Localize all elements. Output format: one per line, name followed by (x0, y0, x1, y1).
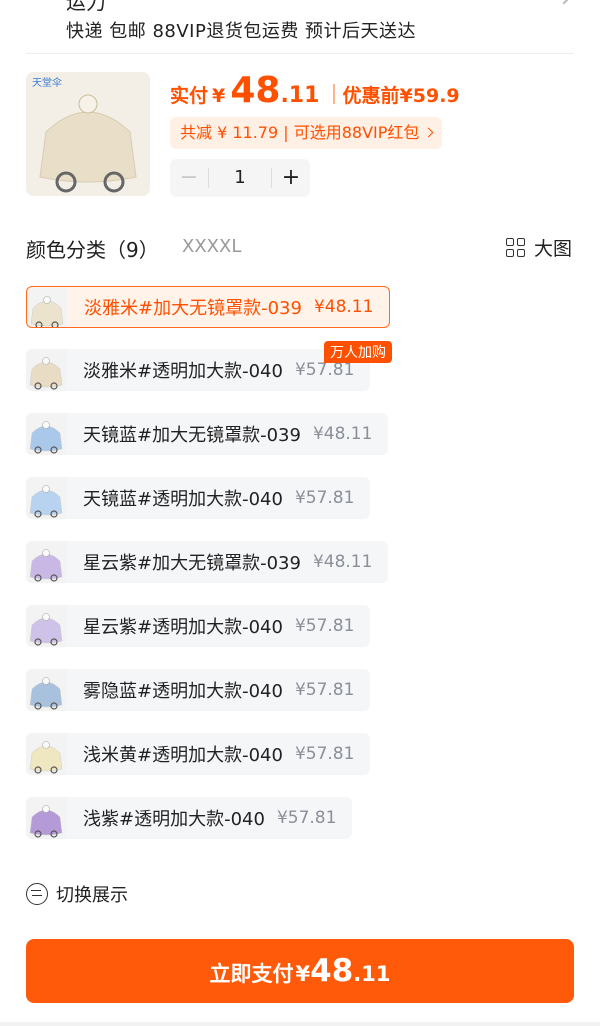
bottom-divider (0, 1022, 600, 1026)
variant-price: ¥48.11 (313, 297, 374, 317)
variant-name: 淡雅米#透明加大款-040 (83, 361, 283, 382)
variant-thumbnail (26, 413, 66, 455)
variant-thumbnail (26, 349, 66, 391)
pay-label: 实付 (170, 85, 209, 107)
product-image[interactable]: 天堂伞 (26, 72, 150, 196)
quantity-stepper: − 1 + (170, 159, 310, 197)
toggle-display-button[interactable]: 切换展示 (26, 881, 128, 907)
pay-currency: ¥ (295, 962, 311, 986)
variant-option[interactable]: 天镜蓝#透明加大款-040 ¥57.81 (26, 477, 371, 519)
variant-option[interactable]: 淡雅米#透明加大款-040 ¥57.81 (26, 349, 371, 391)
variant-option[interactable]: 浅米黄#透明加大款-040 ¥57.81 (26, 733, 371, 775)
variant-option-selected[interactable]: 淡雅米#加大无镜罩款-039 ¥48.11 (26, 286, 391, 328)
grid-icon (505, 238, 525, 257)
variant-thumbnail (26, 669, 66, 711)
variant-price: ¥57.81 (294, 360, 355, 380)
discount-pill[interactable]: 共减 ¥ 11.79 | 可选用88VIP红包 (170, 117, 443, 149)
variant-name: 淡雅米#加大无镜罩款-039 (84, 298, 302, 319)
variant-thumbnail (26, 797, 66, 839)
logistics-label: 运力 (66, 0, 106, 14)
pay-price-integer: 48 (310, 953, 354, 989)
toggle-label: 切换展示 (56, 885, 128, 906)
section-title: 颜色分类（9） (26, 238, 159, 262)
price-summary: 实付 ¥ 48.11 优惠前¥59.9 (170, 70, 460, 111)
variant-name: 浅紫#透明加大款-040 (83, 809, 265, 830)
price-decimal: .11 (280, 83, 320, 108)
variant-name: 天镜蓝#加大无镜罩款-039 (83, 425, 301, 446)
variant-name: 星云紫#透明加大款-040 (83, 617, 283, 638)
hot-badge: 万人加购 (324, 341, 392, 363)
separator (332, 84, 335, 104)
discount-text: 共减 ¥ 11.79 | 可选用88VIP红包 (180, 123, 420, 142)
big-view-button[interactable]: 大图 (505, 234, 572, 261)
variant-thumbnail (27, 287, 67, 327)
big-view-label: 大图 (533, 238, 572, 260)
variant-name: 天镜蓝#透明加大款-040 (83, 489, 283, 510)
brand-text: 天堂伞 (32, 76, 62, 89)
variant-price: ¥57.81 (294, 488, 355, 508)
variant-price: ¥48.11 (312, 424, 373, 444)
variant-price: ¥57.81 (294, 616, 355, 636)
variant-option[interactable]: 雾隐蓝#透明加大款-040 ¥57.81 (26, 669, 371, 711)
chevron-right-icon (423, 127, 434, 138)
variant-name: 雾隐蓝#透明加大款-040 (83, 681, 283, 702)
delivery-text: 快递 包邮 88VIP退货包运费 预计后天送达 (66, 21, 417, 42)
variant-option[interactable]: 星云紫#透明加大款-040 ¥57.81 (26, 605, 371, 647)
variant-price: ¥57.81 (276, 808, 337, 828)
pay-price-decimal: .11 (353, 962, 391, 986)
swap-icon (26, 883, 48, 905)
divider (26, 53, 574, 54)
selected-size: XXXXL (182, 236, 242, 257)
variant-price: ¥57.81 (294, 744, 355, 764)
pay-now-button[interactable]: 立即支付 ¥48.11 (26, 939, 574, 1003)
variant-name: 浅米黄#透明加大款-040 (83, 745, 283, 766)
original-price: ¥59.9 (399, 85, 460, 107)
variant-price: ¥48.11 (312, 552, 373, 572)
variant-thumbnail (26, 605, 66, 647)
original-label: 优惠前 (342, 85, 400, 107)
currency-symbol: ¥ (212, 85, 226, 107)
price-integer: 48 (230, 70, 281, 111)
variant-option[interactable]: 星云紫#加大无镜罩款-039 ¥48.11 (26, 541, 389, 583)
increment-button[interactable]: + (272, 159, 310, 197)
chevron-right-icon[interactable] (555, 0, 573, 5)
variant-option[interactable]: 浅紫#透明加大款-040 ¥57.81 (26, 797, 353, 839)
variant-name: 星云紫#加大无镜罩款-039 (83, 553, 301, 574)
pay-button-label: 立即支付 (209, 962, 294, 986)
delivery-info: 运力 快递 包邮 88VIP退货包运费 预计后天送达 (0, 0, 600, 54)
variant-thumbnail (26, 733, 66, 775)
decrement-button[interactable]: − (170, 159, 208, 197)
variant-thumbnail (26, 541, 66, 583)
variant-price: ¥57.81 (294, 680, 355, 700)
quantity-value[interactable]: 1 (208, 168, 272, 188)
variant-option[interactable]: 天镜蓝#加大无镜罩款-039 ¥48.11 (26, 413, 389, 455)
variant-thumbnail (26, 477, 66, 519)
